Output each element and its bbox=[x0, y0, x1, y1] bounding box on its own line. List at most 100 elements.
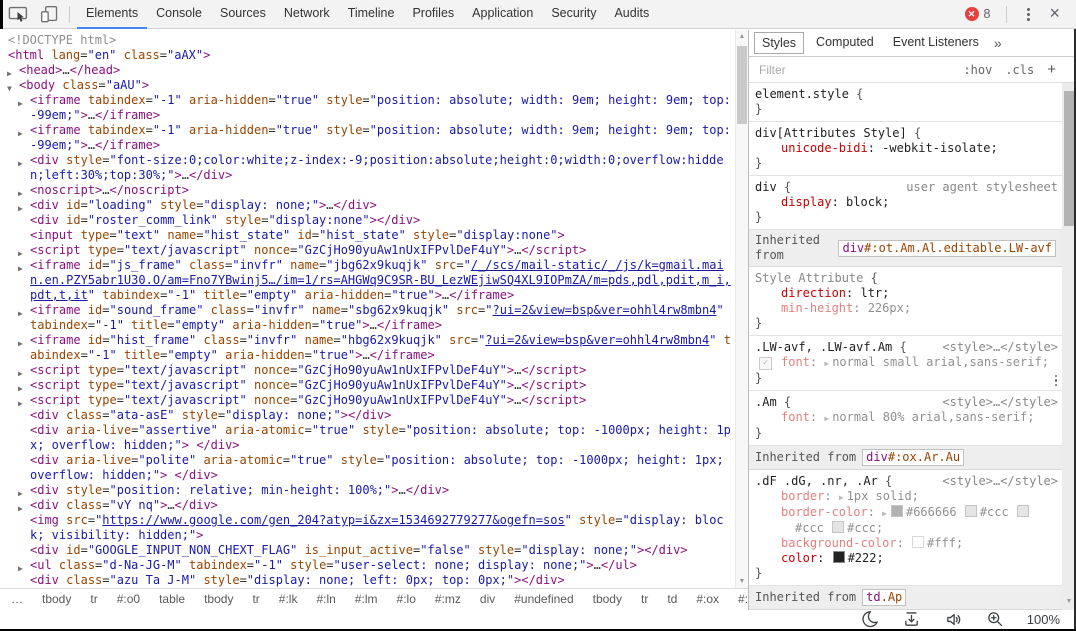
dom-node-line[interactable]: ▶ <script type="text/javascript" nonce="G… bbox=[0, 378, 733, 393]
dom-node-line[interactable]: ▶ <script type="text/javascript" nonce="G… bbox=[0, 393, 733, 408]
sidebar-tab-computed[interactable]: Computed bbox=[809, 32, 881, 54]
color-swatch-icon[interactable] bbox=[912, 536, 925, 548]
css-property[interactable]: border-color: ▶ #666666 #ccc #ccc #ccc; bbox=[755, 505, 1058, 536]
more-options-icon[interactable] bbox=[1014, 7, 1043, 21]
expand-value-arrow-icon[interactable]: ▶ bbox=[824, 414, 829, 423]
dom-node-line[interactable]: <div class="ata-asE" style="display: non… bbox=[0, 408, 733, 423]
dom-node-line[interactable]: ▶ <div id="loading" style="display: none;… bbox=[0, 198, 733, 213]
dom-node-line[interactable]: ▶ <iframe tabindex="-1" aria-hidden="true… bbox=[0, 123, 733, 153]
breadcrumb-item[interactable]: #:lm bbox=[349, 590, 384, 608]
expand-arrow-icon[interactable]: ▶ bbox=[18, 96, 23, 111]
save-download-icon[interactable] bbox=[901, 609, 922, 630]
dom-node-line[interactable]: ▶ <div style="position: relative; min-hei… bbox=[0, 483, 733, 498]
dom-node-line[interactable]: <div id="roster_comm_link" style="displa… bbox=[0, 213, 733, 228]
css-property[interactable]: border: ▶ 1px solid; bbox=[755, 489, 1058, 505]
scroll-up-icon[interactable]: ▲ bbox=[736, 30, 748, 43]
dom-node-line[interactable]: ▶ <div class="vY nq">…</div> bbox=[0, 498, 733, 513]
breadcrumb-item[interactable]: #:ot bbox=[732, 590, 748, 608]
tab-console[interactable]: Console bbox=[147, 0, 211, 29]
rule-origin-link[interactable]: <style>…</style> bbox=[942, 474, 1058, 489]
dom-node-line[interactable]: ▶ <iframe tabindex="-1" aria-hidden="true… bbox=[0, 93, 733, 123]
color-swatch-icon[interactable] bbox=[964, 505, 977, 517]
more-tabs-icon[interactable]: » bbox=[991, 35, 1005, 51]
new-style-rule-button[interactable]: + bbox=[1047, 61, 1056, 78]
breadcrumb-item[interactable]: tbody bbox=[36, 590, 77, 608]
breadcrumb-item[interactable]: tbody bbox=[198, 590, 239, 608]
inspect-element-button[interactable] bbox=[5, 1, 31, 27]
tab-network[interactable]: Network bbox=[275, 0, 339, 29]
tab-profiles[interactable]: Profiles bbox=[403, 0, 463, 29]
rule-origin-link[interactable]: <style>…</style> bbox=[942, 395, 1058, 410]
dom-node-line[interactable]: <input type="text" name="hist_state" id=… bbox=[0, 228, 733, 243]
rule-selector[interactable]: .LW-avf, .LW-avf.Am { bbox=[755, 340, 907, 354]
dom-node-line[interactable]: ▶ <iframe id="js_frame" class="invfr" nam… bbox=[0, 258, 733, 303]
breadcrumb-item[interactable]: #:lo bbox=[391, 590, 422, 608]
tab-timeline[interactable]: Timeline bbox=[339, 0, 404, 29]
css-property[interactable]: ✓ font: ▶ normal small arial,sans-serif; bbox=[755, 355, 1058, 371]
dom-node-line[interactable]: ▼ <body class="aAU"> bbox=[0, 78, 733, 93]
css-property[interactable]: color: #222; bbox=[755, 551, 1058, 566]
color-swatch-icon[interactable] bbox=[1016, 505, 1029, 517]
tab-sources[interactable]: Sources bbox=[211, 0, 275, 29]
sidebar-tab-event-listeners[interactable]: Event Listeners bbox=[886, 32, 986, 54]
color-swatch-icon[interactable] bbox=[832, 551, 845, 563]
css-property[interactable]: unicode-bidi: -webkit-isolate; bbox=[755, 141, 1058, 156]
node-link[interactable]: div#:ot.Am.Al.editable.LW-avf bbox=[838, 239, 1056, 257]
breadcrumb-item[interactable]: tr bbox=[84, 590, 103, 608]
dom-node-line[interactable]: ▶ <script type="text/javascript" nonce="G… bbox=[0, 243, 733, 258]
toggle-hover-state-button[interactable]: :hov bbox=[963, 63, 992, 77]
expand-value-arrow-icon[interactable]: ▶ bbox=[824, 359, 829, 368]
dom-node-line[interactable]: ▶ <script type="text/javascript" nonce="G… bbox=[0, 363, 733, 378]
dom-node-line[interactable]: ▶ <iframe id="hist_frame" class="invfr" n… bbox=[0, 333, 733, 363]
breadcrumb-item[interactable]: #:ln bbox=[310, 590, 341, 608]
dom-node-line[interactable]: <img src="https://www.google.com/gen_204… bbox=[0, 513, 733, 543]
color-swatch-icon[interactable] bbox=[890, 505, 903, 517]
expand-arrow-icon[interactable]: ▶ bbox=[18, 126, 23, 141]
breadcrumb-item[interactable]: tr bbox=[635, 590, 654, 608]
close-devtools-icon[interactable]: × bbox=[1043, 0, 1070, 28]
dom-node-line[interactable]: ▶ <head>…</head> bbox=[0, 63, 733, 78]
css-property[interactable]: min-height: 226px; bbox=[755, 301, 1058, 316]
scroll-down-icon[interactable]: ▼ bbox=[736, 575, 748, 588]
css-property[interactable]: background-color: #fff; bbox=[755, 536, 1058, 551]
attribute-link[interactable]: ?ui=2&view=bsp&ver=ohhl4rw8mbn4 bbox=[485, 333, 709, 347]
expand-arrow-icon[interactable]: ▶ bbox=[18, 261, 23, 276]
console-error-counter[interactable]: ✕ 8 bbox=[964, 7, 990, 21]
tab-audits[interactable]: Audits bbox=[605, 0, 658, 29]
sidebar-tab-styles[interactable]: Styles bbox=[754, 32, 805, 54]
expand-value-arrow-icon[interactable]: ▶ bbox=[882, 509, 887, 518]
breadcrumb-item[interactable]: #:lk bbox=[273, 590, 304, 608]
scrollbar-thumb[interactable] bbox=[737, 46, 747, 124]
rule-selector[interactable]: Style Attribute { bbox=[755, 271, 878, 285]
css-property[interactable]: direction: ltr; bbox=[755, 286, 1058, 301]
rule-selector[interactable]: .Am { bbox=[755, 395, 791, 409]
attribute-link[interactable]: ?ui=2&view=bsp&ver=ohhl4rw8mbn4 bbox=[493, 303, 717, 317]
scrollbar-thumb[interactable] bbox=[1064, 91, 1074, 226]
breadcrumb-item[interactable]: #:ox bbox=[690, 590, 725, 608]
rule-selector[interactable]: div[Attributes Style] { bbox=[755, 126, 921, 140]
expand-arrow-icon[interactable]: ▶ bbox=[18, 306, 23, 321]
styles-filter-input[interactable] bbox=[757, 61, 964, 78]
breadcrumb-item[interactable]: #:o0 bbox=[111, 590, 146, 608]
device-toolbar-button[interactable] bbox=[36, 1, 62, 27]
toggle-element-classes-button[interactable]: .cls bbox=[1005, 63, 1034, 77]
dom-node-line[interactable]: <!DOCTYPE html> bbox=[0, 33, 733, 48]
breadcrumb-item[interactable]: #:mz bbox=[429, 590, 467, 608]
dom-node-line[interactable]: <div aria-live="polite" aria-atomic="tru… bbox=[0, 453, 733, 483]
tab-security[interactable]: Security bbox=[542, 0, 605, 29]
zoom-in-icon[interactable] bbox=[985, 609, 1006, 630]
breadcrumb-item[interactable]: tr bbox=[246, 590, 265, 608]
rule-selector[interactable]: .dF .dG, .nr, .Ar { bbox=[755, 474, 892, 488]
css-property[interactable]: font: ▶ normal 80% arial,sans-serif; bbox=[755, 410, 1058, 426]
attribute-link[interactable]: https://www.google.com/gen_204?atyp=i&zx… bbox=[102, 513, 564, 527]
dom-node-line[interactable]: ▶ <iframe id="sound_frame" class="invfr" … bbox=[0, 303, 733, 333]
breadcrumb-item[interactable]: #undefined bbox=[508, 590, 579, 608]
breadcrumb-item[interactable]: table bbox=[153, 590, 191, 608]
dom-node-line[interactable]: <div class="azu Ta J-M" style="display: … bbox=[0, 573, 733, 588]
breadcrumb-item[interactable]: tbody bbox=[587, 590, 628, 608]
expand-value-arrow-icon[interactable]: ▶ bbox=[839, 493, 844, 502]
breadcrumb-item[interactable]: … bbox=[5, 590, 29, 608]
property-checkbox[interactable]: ✓ bbox=[759, 357, 772, 370]
expand-arrow-icon[interactable]: ▶ bbox=[18, 336, 23, 351]
rule-selector[interactable]: div { bbox=[755, 180, 791, 194]
